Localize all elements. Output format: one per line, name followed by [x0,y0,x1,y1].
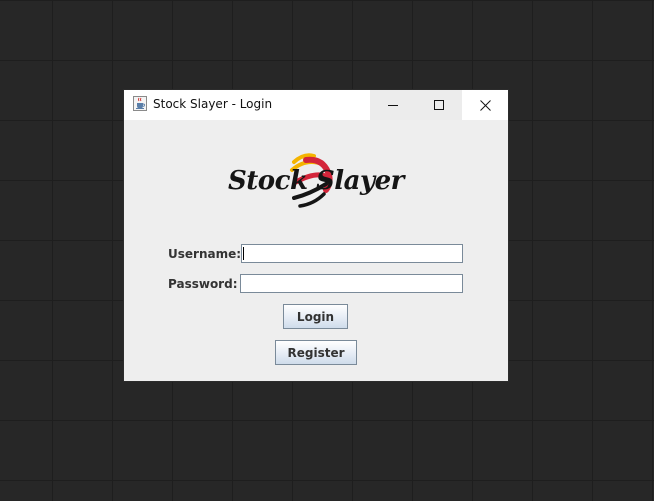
logo-text: Stock Slayer [228,166,404,196]
username-label: Username: [168,247,242,261]
minimize-button[interactable] [370,90,416,120]
register-button[interactable]: Register [275,340,357,365]
maximize-icon [434,100,444,110]
login-window: Stock Slayer - Login Stock Slayer Userna… [124,90,508,381]
login-button[interactable]: Login [283,304,348,329]
close-button[interactable] [462,90,508,120]
window-title: Stock Slayer - Login [153,97,273,111]
minimize-icon [388,105,398,106]
username-field[interactable] [241,244,463,263]
maximize-button[interactable] [416,90,462,120]
java-cup-icon [133,96,147,111]
text-caret [243,247,244,260]
password-label: Password: [168,277,238,291]
password-field[interactable] [240,274,463,293]
close-icon [479,99,491,111]
stock-slayer-logo: Stock Slayer [224,148,409,218]
title-bar[interactable]: Stock Slayer - Login [124,90,508,120]
